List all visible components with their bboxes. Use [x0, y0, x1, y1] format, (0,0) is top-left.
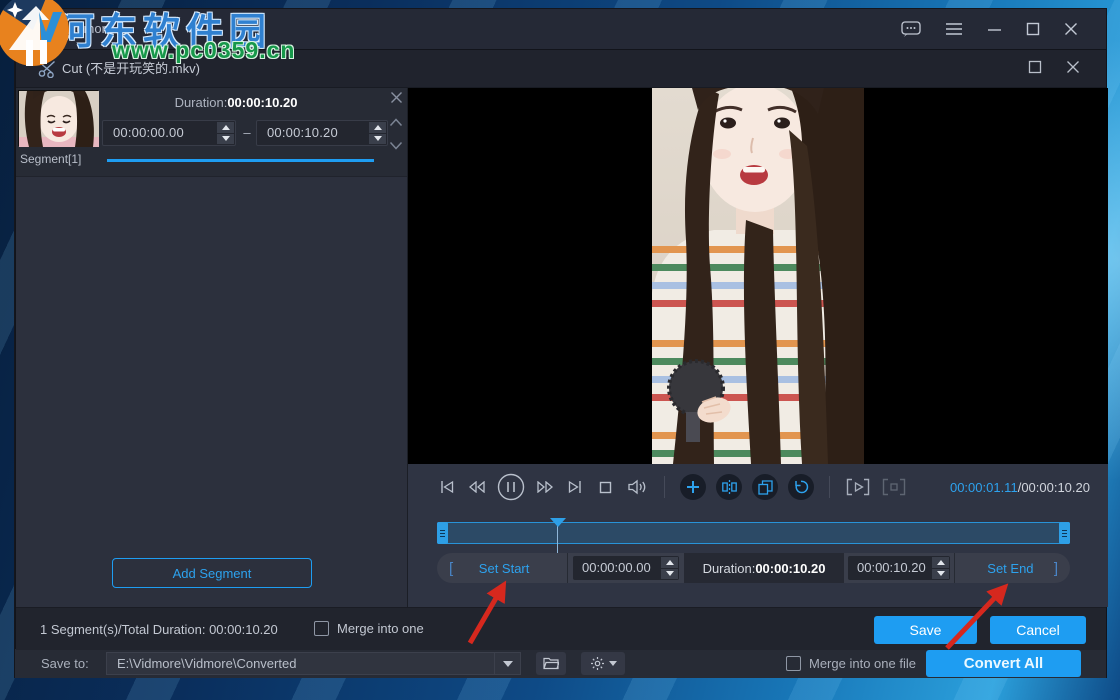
stop-icon[interactable]	[590, 472, 620, 502]
merge-into-one[interactable]: Merge into one	[314, 621, 424, 636]
trim-end-down[interactable]	[932, 569, 949, 580]
convert-all-button[interactable]: Convert All	[926, 650, 1081, 677]
stop-segment-icon[interactable]	[876, 472, 912, 502]
move-segment-down-icon[interactable]	[389, 137, 403, 155]
add-segment-icon[interactable]	[680, 474, 706, 500]
pause-icon[interactable]	[492, 472, 530, 502]
site-logo	[0, 0, 71, 73]
trim-timeline[interactable]	[408, 510, 1108, 550]
timeline-bar[interactable]	[437, 522, 1070, 544]
trim-end-up[interactable]	[932, 557, 949, 568]
trim-duration: Duration:00:00:10.20	[684, 553, 844, 583]
skip-to-start-icon[interactable]	[432, 472, 462, 502]
merge-checkbox[interactable]	[314, 621, 329, 636]
skip-to-end-icon[interactable]	[560, 472, 590, 502]
volume-icon[interactable]	[620, 472, 654, 502]
split-segment-icon[interactable]	[716, 474, 742, 500]
merge-into-one-file[interactable]: Merge into one file	[786, 656, 916, 671]
trim-start-down[interactable]	[661, 569, 678, 580]
cut-dialog: Cut (不是开玩笑的.mkv)	[15, 49, 1107, 649]
segment-end-input[interactable]: 00:00:10.20	[256, 120, 388, 146]
time-readout: 00:00:01.11/00:00:10.20	[950, 480, 1090, 495]
maximize-icon[interactable]	[1026, 22, 1040, 36]
save-button[interactable]: Save	[874, 616, 977, 644]
trim-start-up[interactable]	[661, 557, 678, 568]
save-path-input[interactable]: E:\Vidmore\Vidmore\Converted	[106, 652, 521, 675]
copy-segment-icon[interactable]	[752, 474, 778, 500]
close-icon[interactable]	[1064, 22, 1078, 36]
feedback-icon[interactable]	[901, 21, 921, 38]
segment-panel: Segment[1] Duration:00:00:10.20 00:00:00…	[16, 88, 408, 607]
watermark-site-url: www.pc0359.cn	[112, 37, 295, 64]
delete-segment-icon[interactable]	[390, 91, 403, 109]
playhead-handle[interactable]	[550, 518, 566, 527]
previous-frame-icon[interactable]	[462, 472, 492, 502]
segment-progress-bar	[107, 159, 374, 162]
next-frame-icon[interactable]	[530, 472, 560, 502]
start-spin-down[interactable]	[217, 134, 234, 145]
set-end-button[interactable]: Set End ]	[955, 553, 1070, 583]
player-controls-zone: 00:00:01.11/00:00:10.20 [ Set Start	[408, 464, 1108, 607]
end-spin-down[interactable]	[369, 134, 386, 145]
segment-thumbnail	[18, 90, 98, 146]
dialog-footer: 1 Segment(s)/Total Duration: 00:00:10.20…	[16, 607, 1106, 650]
trim-start-input[interactable]: 00:00:00.00	[568, 553, 684, 583]
cancel-button[interactable]: Cancel	[990, 616, 1086, 644]
move-segment-up-icon[interactable]	[389, 114, 403, 132]
merge-file-checkbox[interactable]	[786, 656, 801, 671]
play-segment-icon[interactable]	[840, 472, 876, 502]
trim-controls: [ Set Start 00:00:00.00 Duration:00:00:1…	[437, 553, 1070, 583]
segment-label: Segment[1]	[20, 152, 81, 166]
video-preview	[408, 88, 1108, 464]
gear-icon	[590, 656, 605, 671]
reset-icon[interactable]	[788, 474, 814, 500]
range-dash: –	[240, 120, 254, 146]
set-start-button[interactable]: [ Set Start	[437, 553, 567, 583]
add-segment-button[interactable]: Add Segment	[112, 558, 312, 588]
open-folder-button[interactable]	[536, 652, 566, 675]
merge-label: Merge into one	[337, 621, 424, 636]
video-frame-illustration	[652, 88, 864, 464]
save-path-dropdown[interactable]	[494, 653, 520, 674]
save-to-label: Save to:	[41, 649, 89, 678]
menu-icon[interactable]	[945, 22, 963, 36]
timeline-left-handle[interactable]	[437, 522, 448, 544]
start-spin-up[interactable]	[217, 122, 234, 133]
minimize-icon[interactable]	[987, 22, 1002, 36]
trim-end-input[interactable]: 00:00:10.20	[844, 553, 954, 583]
output-bar: Save to: E:\Vidmore\Vidmore\Converted Me…	[15, 649, 1106, 678]
end-spin-up[interactable]	[369, 122, 386, 133]
segments-summary: 1 Segment(s)/Total Duration: 00:00:10.20	[40, 608, 278, 651]
merge-file-label: Merge into one file	[809, 656, 916, 671]
segment-start-input[interactable]: 00:00:00.00	[102, 120, 236, 146]
dialog-close-icon[interactable]	[1066, 60, 1080, 79]
settings-button[interactable]	[581, 652, 625, 675]
main-window: Vidmore Save to: E:\Vidmore\Vidmore\Conv…	[14, 8, 1107, 678]
segment-item[interactable]: Segment[1] Duration:00:00:10.20 00:00:00…	[16, 88, 407, 177]
timeline-right-handle[interactable]	[1059, 522, 1070, 544]
segment-duration: Duration:00:00:10.20	[102, 95, 370, 110]
dialog-maximize-icon[interactable]	[1028, 60, 1042, 79]
save-path-value: E:\Vidmore\Vidmore\Converted	[117, 656, 296, 671]
